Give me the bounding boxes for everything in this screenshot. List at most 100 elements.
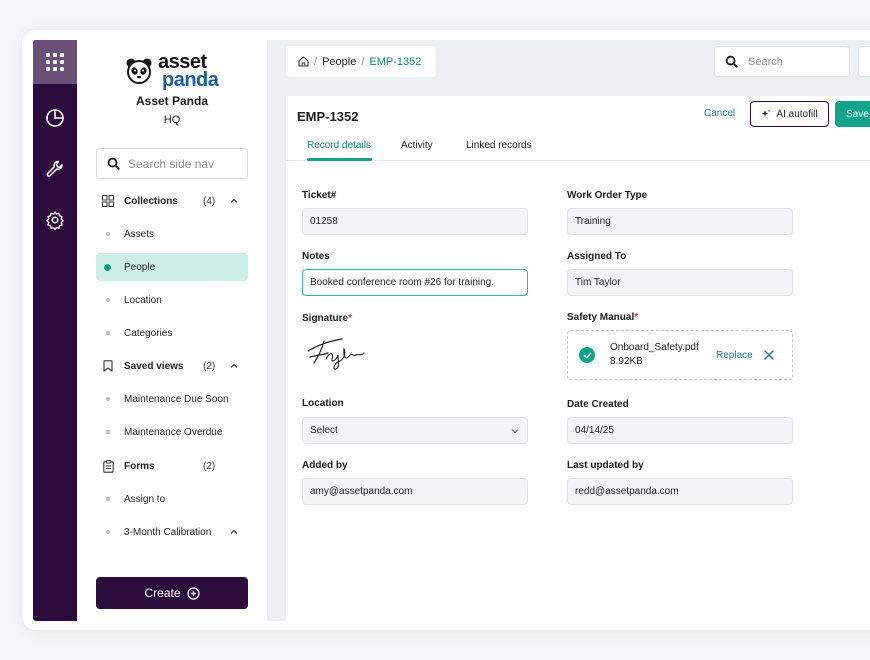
create-button-label: Create [144, 586, 181, 600]
sidebar-item-label: Categories [124, 327, 173, 339]
collections-label: Collections [124, 195, 178, 207]
required-mark: * [634, 312, 639, 323]
create-button[interactable]: Create [96, 577, 248, 609]
breadcrumb: / People / EMP-1352 [286, 46, 436, 77]
check-circle-icon [579, 347, 595, 363]
work-order-type-label: Work Order Type [567, 190, 648, 201]
location-select[interactable]: Select [302, 417, 528, 444]
global-search-input[interactable]: Search [714, 46, 850, 77]
assigned-to-label: Assigned To [567, 251, 627, 262]
forms-count: (2) [203, 460, 216, 472]
home-icon[interactable] [298, 56, 309, 67]
sidebar-item-label: Assign to [124, 493, 166, 505]
cancel-button[interactable]: Cancel [704, 108, 735, 119]
signature-label: Signature* [302, 313, 353, 324]
date-created-field[interactable]: 04/14/25 [567, 417, 793, 444]
sidebar-item-label: People [124, 261, 156, 273]
sidebar-item-maintenance-overdue[interactable]: Maintenance Overdue [96, 418, 248, 446]
tab-record-details[interactable]: Record details [307, 140, 371, 151]
wrench-icon[interactable] [45, 159, 65, 179]
grid-icon [102, 195, 114, 207]
required-mark: * [348, 313, 353, 324]
grid-apps-icon [46, 53, 64, 71]
chevron-up-icon[interactable] [229, 527, 239, 537]
replace-file-button[interactable]: Replace [716, 350, 753, 361]
clipboard-icon [102, 459, 114, 473]
sidebar-item-maintenance-due-soon[interactable]: Maintenance Due Soon [96, 385, 248, 413]
breadcrumb-separator: / [314, 55, 318, 68]
apps-grid-button[interactable] [33, 40, 77, 84]
notes-label: Notes [302, 251, 330, 262]
chevron-down-icon [511, 429, 519, 434]
assigned-to-field[interactable]: Tim Taylor [567, 269, 793, 296]
ai-autofill-label: AI autofill [776, 108, 818, 120]
topbar-extra-control[interactable] [858, 46, 870, 77]
chevron-up-icon[interactable] [229, 361, 239, 371]
saved-views-count: (2) [203, 360, 216, 372]
last-updated-by-value: redd@assetpanda.com [575, 486, 679, 497]
record-tabs: Record details Activity Linked records [286, 134, 870, 161]
ai-autofill-button[interactable]: AI autofill [750, 101, 829, 127]
safety-manual-upload: Onboard_Safety.pdf 8.92KB Replace [567, 330, 793, 380]
pie-chart-icon[interactable] [45, 108, 65, 128]
bookmark-icon [103, 360, 113, 372]
org-name: Asset Panda [135, 94, 209, 108]
chevron-up-icon[interactable] [229, 196, 239, 206]
sidebar-item-label: 3-Month Calibration [124, 526, 212, 538]
collections-section[interactable]: Collections (4) [96, 187, 248, 215]
location-label: Location [302, 398, 344, 409]
date-created-value: 04/14/25 [575, 425, 614, 436]
sidebar-item-label: Location [124, 294, 162, 306]
last-updated-by-field[interactable]: redd@assetpanda.com [567, 478, 793, 505]
added-by-label: Added by [302, 460, 348, 471]
notes-value: Booked conference room #26 for training. [310, 277, 494, 288]
signature-image[interactable] [304, 333, 374, 371]
added-by-field[interactable]: amy@assetpanda.com [302, 478, 528, 505]
record-title: EMP-1352 [297, 109, 359, 124]
location-value: Select [310, 425, 338, 436]
record-card: EMP-1352 Cancel AI autofill Save Record … [286, 96, 870, 621]
search-icon [107, 157, 120, 170]
breadcrumb-separator: / [361, 55, 365, 68]
gear-icon[interactable] [45, 210, 65, 230]
assigned-to-value: Tim Taylor [575, 277, 621, 288]
plus-circle-icon [186, 586, 200, 600]
sidebar-item-location[interactable]: Location [96, 286, 248, 314]
forms-section[interactable]: Forms (2) [96, 452, 248, 480]
panda-icon [126, 58, 152, 84]
active-tab-indicator [307, 158, 372, 161]
added-by-value: amy@assetpanda.com [310, 486, 413, 497]
side-nav: asset panda Asset Panda HQ Search side n… [77, 40, 267, 621]
ticket-field[interactable]: 01258 [302, 208, 528, 235]
search-icon [725, 55, 738, 68]
notes-field[interactable]: Booked conference room #26 for training. [302, 269, 528, 296]
save-button[interactable]: Save [835, 101, 870, 127]
sidebar-item-categories[interactable]: Categories [96, 319, 248, 347]
forms-label: Forms [124, 460, 155, 472]
breadcrumb-people[interactable]: People [322, 56, 356, 68]
sidebar-item-3-month-calibration[interactable]: 3-Month Calibration [96, 518, 248, 546]
file-name: Onboard_Safety.pdf [610, 342, 699, 353]
work-order-type-field[interactable]: Training [567, 208, 793, 235]
icon-rail [33, 40, 77, 621]
sidebar-item-label: Assets [124, 228, 155, 240]
org-subtitle: HQ [163, 114, 181, 126]
date-created-label: Date Created [567, 399, 629, 410]
saved-views-section[interactable]: Saved views (2) [96, 352, 248, 380]
side-nav-search-input[interactable]: Search side nav [96, 148, 248, 179]
last-updated-by-label: Last updated by [567, 460, 644, 471]
work-order-type-value: Training [575, 216, 611, 227]
close-icon[interactable] [763, 349, 775, 361]
collections-count: (4) [203, 195, 216, 207]
sidebar-item-label: Maintenance Overdue [124, 426, 223, 438]
file-size: 8.92KB [610, 356, 643, 367]
sidebar-item-assign-to[interactable]: Assign to [96, 485, 248, 513]
sidebar-item-people[interactable]: People [96, 253, 248, 281]
sidebar-item-assets[interactable]: Assets [96, 220, 248, 248]
saved-views-label: Saved views [124, 360, 184, 372]
breadcrumb-current: EMP-1352 [369, 55, 422, 68]
tab-activity[interactable]: Activity [401, 140, 433, 151]
side-nav-search-placeholder: Search side nav [128, 156, 215, 171]
tab-linked-records[interactable]: Linked records [466, 140, 532, 151]
sparkle-icon [762, 109, 771, 117]
